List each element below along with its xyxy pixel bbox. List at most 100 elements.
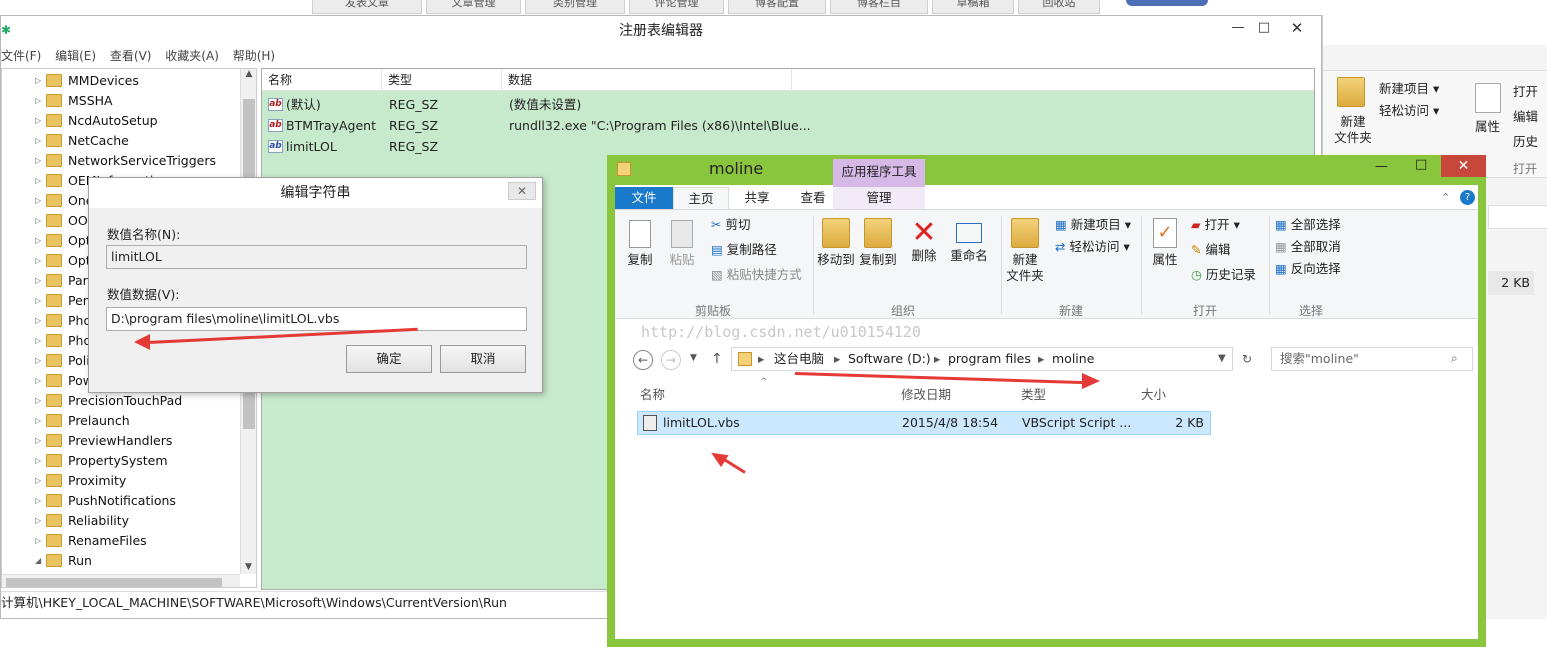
back-button[interactable]: ← <box>633 350 653 370</box>
bg-edit[interactable]: 编辑 <box>1513 106 1538 125</box>
help-icon[interactable]: ? <box>1460 190 1475 205</box>
search-icon[interactable]: ⌕ <box>1451 351 1458 366</box>
expand-chevron-icon[interactable]: ▷ <box>35 451 41 471</box>
expand-chevron-icon[interactable]: ▷ <box>35 171 41 191</box>
invert-selection-button[interactable]: ▦ 反向选择 <box>1275 260 1341 278</box>
edit-button[interactable]: ✎ 编辑 <box>1191 241 1230 259</box>
col-data-header[interactable]: 数据 <box>502 69 792 91</box>
expand-chevron-icon[interactable]: ▷ <box>35 511 41 531</box>
expand-chevron-icon[interactable]: ▷ <box>35 411 41 431</box>
ok-button[interactable]: 确定 <box>346 345 432 373</box>
expand-chevron-icon[interactable]: ▷ <box>35 251 41 271</box>
tree-item[interactable]: ▷ MMDevices <box>2 71 242 91</box>
expand-chevron-icon[interactable]: ▷ <box>35 71 41 91</box>
col-type-header[interactable]: 类型 <box>1021 384 1046 403</box>
bg-open[interactable]: 打开 <box>1513 81 1538 100</box>
value-row-default[interactable]: ab (默认) REG_SZ (数值未设置) <box>262 94 1314 115</box>
blog-tab-5[interactable]: 博客栏目 <box>830 0 928 14</box>
select-none-button[interactable]: ▦ 全部取消 <box>1275 238 1341 256</box>
recent-locations-icon[interactable]: ▼ <box>690 353 697 363</box>
value-row-btmtrayagent[interactable]: ab BTMTrayAgent REG_SZ rundll32.exe "C:\… <box>262 115 1314 136</box>
search-input[interactable]: 搜索"moline" <box>1271 347 1473 371</box>
bg-new-folder-label[interactable]: 新建 文件夹 <box>1331 114 1375 146</box>
menu-file[interactable]: 文件(F) <box>1 47 41 64</box>
breadcrumb-program-files[interactable]: program files <box>948 348 1031 370</box>
expand-chevron-icon[interactable]: ▷ <box>35 291 41 311</box>
scroll-up-icon[interactable]: ▲ <box>241 69 256 79</box>
blog-tab-4[interactable]: 博客配置 <box>728 0 826 14</box>
copy-to-button[interactable]: 复制到 <box>859 218 897 268</box>
easy-access-button[interactable]: ⇄ 轻松访问 ▾ <box>1055 238 1130 256</box>
blog-tab-1[interactable]: 文章管理 <box>426 0 521 14</box>
tree-item[interactable]: ▷ NetworkServiceTriggers <box>2 151 242 171</box>
tree-item[interactable]: ▷ NetCache <box>2 131 242 151</box>
tree-item[interactable]: ▷ Proximity <box>2 471 242 491</box>
breadcrumb-this-pc[interactable]: 这台电脑 <box>774 348 824 370</box>
copy-button[interactable]: 复制 <box>625 220 655 268</box>
bg-search-box[interactable] <box>1488 205 1547 229</box>
tree-item[interactable]: ▷ PrecisionTouchPad <box>2 391 242 411</box>
tab-home[interactable]: 主页 <box>673 187 729 209</box>
dialog-close-button[interactable]: ✕ <box>508 182 536 200</box>
explorer-minimize-button[interactable]: — <box>1375 159 1388 174</box>
expand-chevron-icon[interactable]: ▷ <box>35 431 41 451</box>
maximize-button[interactable]: □ <box>1253 16 1275 40</box>
close-button[interactable]: ✕ <box>1277 16 1317 40</box>
cancel-button[interactable]: 取消 <box>440 345 526 373</box>
expand-chevron-icon[interactable]: ▷ <box>35 311 41 331</box>
expand-chevron-icon[interactable]: ▷ <box>35 231 41 251</box>
tree-item[interactable]: ▷ PushNotifications <box>2 491 242 511</box>
new-item-button[interactable]: ▦ 新建项目 ▾ <box>1055 216 1131 234</box>
copy-path-button[interactable]: ▤ 复制路径 <box>711 241 777 259</box>
blog-publish-button[interactable] <box>1126 0 1208 6</box>
blog-tab-2[interactable]: 类别管理 <box>525 0 625 14</box>
col-date-header[interactable]: 修改日期 <box>901 384 951 403</box>
new-folder-button[interactable]: 新建 文件夹 <box>1005 218 1045 284</box>
expand-chevron-icon[interactable]: ▷ <box>35 211 41 231</box>
bg-properties[interactable]: 属性 <box>1475 116 1500 135</box>
cut-button[interactable]: ✂ 剪切 <box>711 216 750 234</box>
col-type-header[interactable]: 类型 <box>382 69 502 91</box>
expand-chevron-icon[interactable]: ▷ <box>35 131 41 151</box>
up-button[interactable]: ↑ <box>711 351 723 367</box>
file-row-limitlol[interactable]: limitLOL.vbs 2015/4/8 18:54 VBScript Scr… <box>637 411 1211 435</box>
expand-chevron-icon[interactable]: ▷ <box>35 111 41 131</box>
breadcrumb-moline[interactable]: moline <box>1052 348 1094 370</box>
bg-history[interactable]: 历史 <box>1513 131 1538 150</box>
expand-chevron-icon[interactable]: ▷ <box>35 351 41 371</box>
tree-item[interactable]: ▷ RenameFiles <box>2 531 242 551</box>
explorer-close-button[interactable]: ✕ <box>1441 155 1486 177</box>
scroll-down-icon[interactable]: ▼ <box>245 562 252 572</box>
expand-chevron-icon[interactable]: ▷ <box>35 191 41 211</box>
tree-item[interactable]: ▷ Prelaunch <box>2 411 242 431</box>
expand-chevron-icon[interactable]: ▷ <box>35 471 41 491</box>
address-bar[interactable]: ▸ 这台电脑 ▸ Software (D:) ▸ program files ▸… <box>731 347 1233 371</box>
menu-view[interactable]: 查看(V) <box>110 47 152 64</box>
blog-tab-0[interactable]: 发表文章 <box>312 0 422 14</box>
tree-item[interactable]: ▷ MSSHA <box>2 91 242 111</box>
paste-shortcut-button[interactable]: ▧ 粘贴快捷方式 <box>711 266 802 284</box>
breadcrumb-drive-d[interactable]: Software (D:) <box>848 348 931 370</box>
history-button[interactable]: ◷ 历史记录 <box>1191 266 1256 284</box>
tree-horizontal-scrollbar[interactable] <box>2 574 240 587</box>
delete-button[interactable]: ✕ 删除 <box>909 218 939 264</box>
blog-tab-6[interactable]: 草稿箱 <box>932 0 1014 14</box>
expand-chevron-icon[interactable]: ▷ <box>35 91 41 111</box>
tree-item[interactable]: ▷ PreviewHandlers <box>2 431 242 451</box>
bg-easy-access[interactable]: 轻松访问 ▾ <box>1379 100 1439 119</box>
minimize-button[interactable]: — <box>1223 16 1253 40</box>
tab-share[interactable]: 共享 <box>729 187 785 209</box>
expand-chevron-icon[interactable]: ▷ <box>35 371 41 391</box>
menu-favorites[interactable]: 收藏夹(A) <box>165 47 219 64</box>
open-button[interactable]: ▰ 打开 ▾ <box>1191 216 1240 234</box>
expand-chevron-icon[interactable]: ▷ <box>35 331 41 351</box>
select-all-button[interactable]: ▦ 全部选择 <box>1275 216 1341 234</box>
value-row-limitlol[interactable]: ab limitLOL REG_SZ <box>262 136 1314 157</box>
col-name-header[interactable]: 名称 <box>262 69 382 91</box>
col-size-header[interactable]: 大小 <box>1141 384 1166 403</box>
expand-chevron-icon[interactable]: ▷ <box>35 151 41 171</box>
expand-chevron-icon[interactable]: ▷ <box>35 531 41 551</box>
blog-tab-3[interactable]: 评论管理 <box>629 0 724 14</box>
menu-help[interactable]: 帮助(H) <box>233 47 275 64</box>
bg-new-folder-icon[interactable] <box>1337 77 1365 110</box>
